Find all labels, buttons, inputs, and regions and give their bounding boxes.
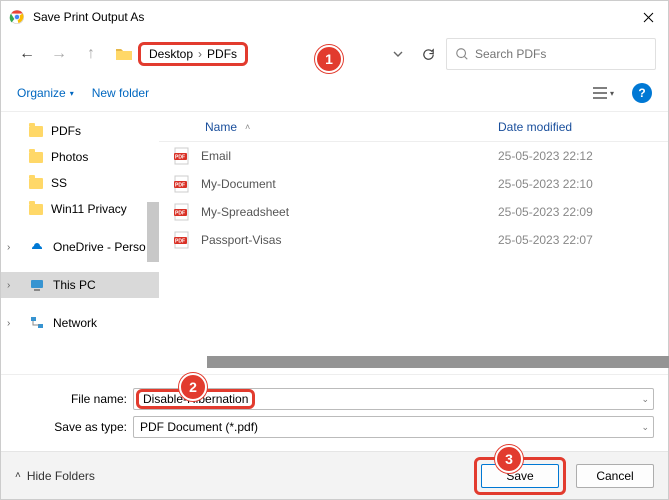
save-type-label: Save as type: (15, 420, 127, 434)
column-name[interactable]: Name˄ (205, 120, 498, 134)
toolbar: Organize ▾ New folder ▾ ? (1, 75, 668, 111)
sort-asc-icon: ˄ (245, 122, 250, 132)
chevron-right-icon[interactable]: › (7, 280, 10, 291)
file-row[interactable]: PDFEmail25-05-2023 22:12 (159, 142, 668, 170)
file-row[interactable]: PDFMy-Spreadsheet25-05-2023 22:09 (159, 198, 668, 226)
pdf-icon: PDF (173, 147, 191, 165)
folder-icon (29, 126, 43, 137)
chevron-down-icon[interactable]: ⌄ (641, 422, 649, 433)
sidebar-item-onedrive[interactable]: ›OneDrive - Perso (1, 234, 159, 260)
crumb-desktop[interactable]: Desktop (149, 47, 193, 61)
content-area: PDFs Photos SS Win11 Privacy ›OneDrive -… (1, 111, 668, 375)
close-button[interactable] (628, 1, 668, 33)
sidebar-item-pdfs[interactable]: PDFs (1, 118, 159, 144)
svg-text:PDF: PDF (175, 183, 185, 189)
pc-icon (29, 277, 45, 293)
file-name-input[interactable]: Disable-Hibernation ⌄ (133, 388, 654, 410)
sidebar-item-ss[interactable]: SS (1, 170, 159, 196)
pdf-icon: PDF (173, 203, 191, 221)
chevron-right-icon[interactable]: › (7, 318, 10, 329)
view-options-button[interactable]: ▾ (593, 87, 614, 99)
sidebar-item-win11privacy[interactable]: Win11 Privacy (1, 196, 159, 222)
file-list: Name˄ Date modified PDFEmail25-05-2023 2… (159, 112, 668, 374)
folder-icon (114, 44, 134, 64)
breadcrumb: Desktop › PDFs (138, 42, 248, 66)
cancel-button[interactable]: Cancel (576, 464, 654, 488)
callout-3: 3 (495, 445, 523, 473)
refresh-button[interactable] (414, 47, 442, 62)
folder-icon (29, 204, 43, 215)
sidebar-scrollbar[interactable] (147, 202, 159, 262)
network-icon (29, 315, 45, 331)
pdf-icon: PDF (173, 231, 191, 249)
callout-1: 1 (315, 45, 343, 73)
new-folder-button[interactable]: New folder (92, 86, 149, 100)
footer: ˄ Hide Folders Save Cancel (1, 451, 668, 499)
sidebar: PDFs Photos SS Win11 Privacy ›OneDrive -… (1, 112, 159, 374)
title-bar: Save Print Output As (1, 1, 668, 33)
save-form: File name: Disable-Hibernation ⌄ Save as… (1, 375, 668, 441)
sidebar-item-thispc[interactable]: ›This PC (1, 272, 159, 298)
chrome-icon (9, 9, 25, 25)
file-name-label: File name: (15, 392, 127, 406)
chevron-down-icon[interactable]: ⌄ (641, 394, 649, 405)
search-icon (455, 47, 469, 61)
sidebar-item-photos[interactable]: Photos (1, 144, 159, 170)
pdf-icon: PDF (173, 175, 191, 193)
hide-folders-button[interactable]: ˄ Hide Folders (15, 469, 95, 483)
svg-text:PDF: PDF (175, 239, 185, 245)
column-date[interactable]: Date modified (498, 120, 668, 134)
chevron-right-icon[interactable]: › (7, 242, 10, 253)
sidebar-item-network[interactable]: ›Network (1, 310, 159, 336)
svg-text:PDF: PDF (175, 211, 185, 217)
svg-text:PDF: PDF (175, 155, 185, 161)
save-type-value: PDF Document (*.pdf) (140, 420, 258, 434)
file-row[interactable]: PDFMy-Document25-05-2023 22:10 (159, 170, 668, 198)
chevron-up-icon: ˄ (15, 470, 21, 481)
file-row[interactable]: PDFPassport-Visas25-05-2023 22:07 (159, 226, 668, 254)
save-type-select[interactable]: PDF Document (*.pdf) ⌄ (133, 416, 654, 438)
recent-locations-button[interactable] (386, 48, 410, 60)
chevron-down-icon: ▾ (70, 89, 74, 98)
window-title: Save Print Output As (33, 10, 628, 24)
chevron-right-icon: › (195, 47, 205, 61)
help-button[interactable]: ? (632, 83, 652, 103)
folder-icon (29, 152, 43, 163)
search-box[interactable] (446, 38, 656, 70)
search-input[interactable] (475, 47, 647, 61)
organize-button[interactable]: Organize ▾ (17, 86, 74, 100)
callout-2: 2 (179, 373, 207, 401)
back-button[interactable]: ← (13, 40, 41, 68)
chevron-down-icon: ▾ (610, 89, 614, 98)
onedrive-icon (29, 239, 45, 255)
file-list-header: Name˄ Date modified (159, 112, 668, 142)
crumb-pdfs[interactable]: PDFs (207, 47, 237, 61)
folder-icon (29, 178, 43, 189)
up-button[interactable]: ↑ (77, 40, 105, 68)
horizontal-scrollbar[interactable] (207, 356, 669, 368)
forward-button[interactable]: → (45, 40, 73, 68)
